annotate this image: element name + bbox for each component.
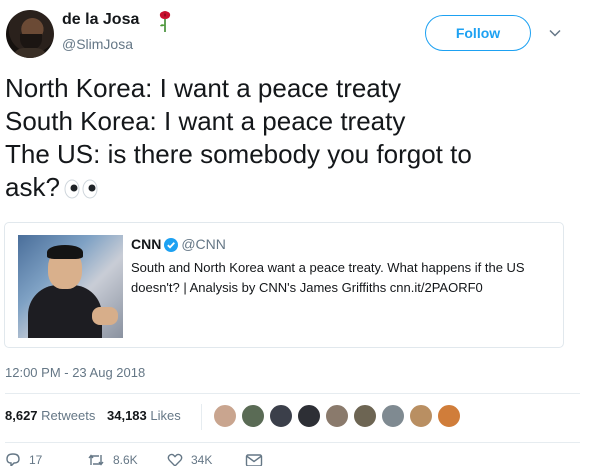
photo-suit xyxy=(28,285,102,338)
tweet-header: de la Josa @SlimJosa Follow xyxy=(0,0,591,66)
follow-button[interactable]: Follow xyxy=(425,15,531,51)
divider xyxy=(5,442,580,443)
tweet-line: The US: is there somebody you forgot to xyxy=(5,139,472,169)
tweet-line: North Korea: I want a peace treaty xyxy=(5,73,401,103)
tweet-timestamp[interactable]: 12:00 PM - 23 Aug 2018 xyxy=(5,365,145,380)
tweet-line: ask? xyxy=(5,172,60,202)
retweets-stat[interactable]: 8,627 Retweets xyxy=(5,408,95,423)
liker-avatar[interactable] xyxy=(324,403,350,429)
liker-avatar[interactable] xyxy=(296,403,322,429)
user-avatar[interactable] xyxy=(6,10,54,58)
retweet-icon xyxy=(88,454,104,466)
liker-avatar[interactable] xyxy=(436,403,462,429)
liker-avatar[interactable] xyxy=(268,403,294,429)
liker-avatar[interactable] xyxy=(212,403,238,429)
direct-message-button[interactable] xyxy=(245,452,263,466)
photo-handshake xyxy=(92,307,118,325)
likes-label: Likes xyxy=(150,408,181,423)
like-count: 34K xyxy=(191,453,213,466)
envelope-icon xyxy=(245,454,263,466)
reply-count: 17 xyxy=(29,453,43,466)
verified-badge-icon xyxy=(164,238,179,252)
eyes-icon xyxy=(64,179,98,199)
rose-icon xyxy=(159,11,171,32)
liker-avatar[interactable] xyxy=(240,403,266,429)
reply-icon xyxy=(6,453,20,466)
stats-separator xyxy=(201,404,202,430)
display-name[interactable]: de la Josa xyxy=(62,11,139,29)
photo-hair xyxy=(47,245,83,259)
user-handle[interactable]: @SlimJosa xyxy=(62,36,133,52)
quoted-handle: @CNN xyxy=(181,236,226,252)
tweet-line-last: ask? xyxy=(5,171,580,204)
quoted-name: CNN xyxy=(131,236,162,252)
quoted-author[interactable]: CNN @CNN xyxy=(131,236,226,252)
quoted-text: South and North Korea want a peace treat… xyxy=(131,260,525,295)
retweet-count: 8.6K xyxy=(113,453,138,466)
tweet-text: North Korea: I want a peace treaty South… xyxy=(5,72,580,204)
liker-avatar[interactable] xyxy=(408,403,434,429)
reply-button[interactable]: 17 xyxy=(5,452,42,466)
retweets-count: 8,627 xyxy=(5,408,38,423)
chevron-down-icon[interactable] xyxy=(548,26,562,40)
like-button[interactable]: 34K xyxy=(167,452,212,466)
photo-thumbnail[interactable] xyxy=(18,235,123,338)
retweets-label: Retweets xyxy=(41,408,96,423)
avatar-shirt xyxy=(12,48,48,58)
tweet-line: South Korea: I want a peace treaty xyxy=(5,106,406,136)
likes-count: 34,183 xyxy=(107,408,147,423)
liker-avatar[interactable] xyxy=(352,403,378,429)
retweet-button[interactable]: 8.6K xyxy=(87,452,138,466)
heart-icon xyxy=(167,453,183,466)
liker-avatar[interactable] xyxy=(380,403,406,429)
tweet-stats: 8,627 Retweets 34,183 Likes xyxy=(5,408,181,423)
divider xyxy=(5,393,580,394)
likes-stat[interactable]: 34,183 Likes xyxy=(107,408,181,423)
